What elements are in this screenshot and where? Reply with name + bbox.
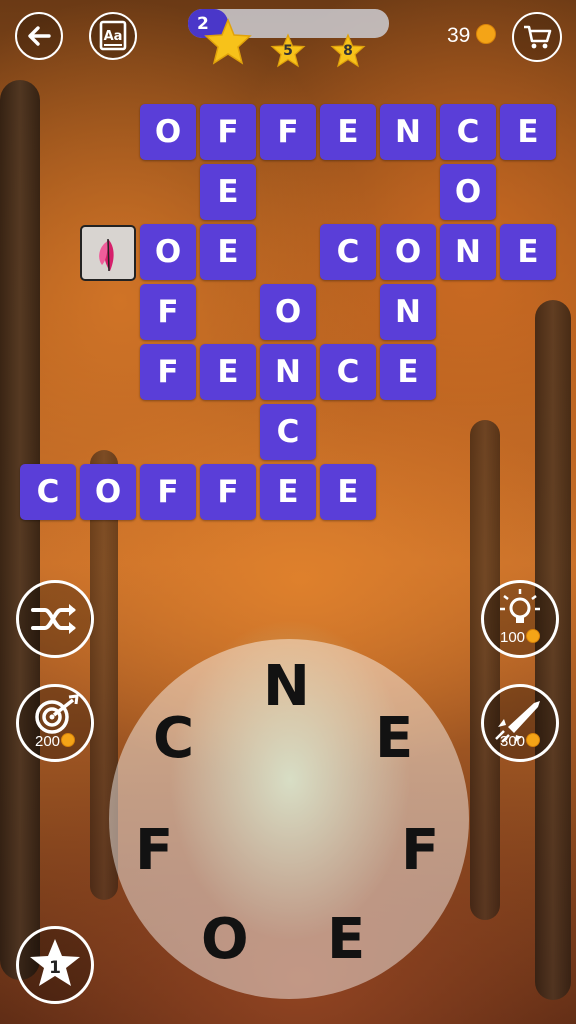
board-tile: E [260,464,316,520]
cart-icon [524,25,552,49]
board-tile: F [200,464,256,520]
target-hint-button[interactable]: 200 [16,684,94,762]
rocket-hint-cost: 300 [484,733,556,750]
board-tile: C [320,344,376,400]
board-tile: E [500,224,556,280]
wheel-letter[interactable]: C [153,711,194,767]
board-tile: E [380,344,436,400]
wheel-letter[interactable]: E [375,711,413,767]
star-milestone-8: 8 [330,33,366,69]
board-tile: O [380,224,436,280]
board-tile: C [440,104,496,160]
board-tile: O [140,224,196,280]
board-tile: O [80,464,136,520]
shuffle-button[interactable] [16,580,94,658]
back-arrow-icon [28,26,51,46]
shuffle-icon [31,604,76,634]
rocket-hint-button[interactable]: 300 [481,684,559,762]
board-tile: E [200,344,256,400]
bulb-hint-cost: 100 [484,629,556,646]
board-tile: C [320,224,376,280]
shop-button[interactable] [512,12,562,62]
board-tile: N [260,344,316,400]
board-tile: F [140,464,196,520]
wheel-letter[interactable]: E [327,912,365,968]
board-tile: O [260,284,316,340]
star-milestone-8-label: 8 [343,43,353,59]
board-tile: E [500,104,556,160]
wheel-letter[interactable]: N [263,659,310,715]
bulb-hint-button[interactable]: 100 [481,580,559,658]
coin-icon [61,733,76,747]
board-tile: N [380,104,436,160]
board-tile: F [200,104,256,160]
wheel-letter[interactable]: F [401,823,439,879]
bulb-hint-cost-value: 100 [499,629,526,646]
board-tile: E [320,104,376,160]
tree-trunk-right [470,420,500,920]
board-tile: C [260,404,316,460]
star-main-icon [204,18,252,65]
dictionary-button[interactable]: Aa [89,12,137,60]
tree-trunk-left [0,80,40,980]
board-tile: E [200,224,256,280]
letter-wheel[interactable]: N E F E O F C [109,639,469,999]
star-milestone-5: 5 [270,33,306,69]
wheel-letter[interactable]: F [135,823,173,879]
coin-count: 39 [447,24,471,47]
board-tile: E [320,464,376,520]
board-tile: O [440,164,496,220]
rocket-hint-cost-value: 300 [499,733,526,750]
bonus-butterfly-tile[interactable] [80,225,136,281]
star-milestone-5-label: 5 [283,43,293,59]
wheel-letter[interactable]: O [201,912,249,968]
butterfly-icon [99,238,114,272]
stars-count: 1 [49,958,61,978]
stars-button[interactable]: 1 [16,926,94,1004]
board-tile: C [20,464,76,520]
board-tile: E [200,164,256,220]
target-hint-cost-value: 200 [34,733,61,750]
board-tile: N [440,224,496,280]
dictionary-icon: Aa [99,20,127,51]
coin-counter: 39 [447,24,497,48]
board-tile: N [380,284,436,340]
board-tile: F [140,344,196,400]
coin-icon [526,629,541,643]
coin-icon [476,24,497,44]
svg-text:Aa: Aa [104,29,123,44]
board-tile: F [260,104,316,160]
target-hint-cost: 200 [19,733,91,750]
back-button[interactable] [15,12,63,60]
coin-icon [526,733,541,747]
board-tile: F [140,284,196,340]
board-tile: O [140,104,196,160]
